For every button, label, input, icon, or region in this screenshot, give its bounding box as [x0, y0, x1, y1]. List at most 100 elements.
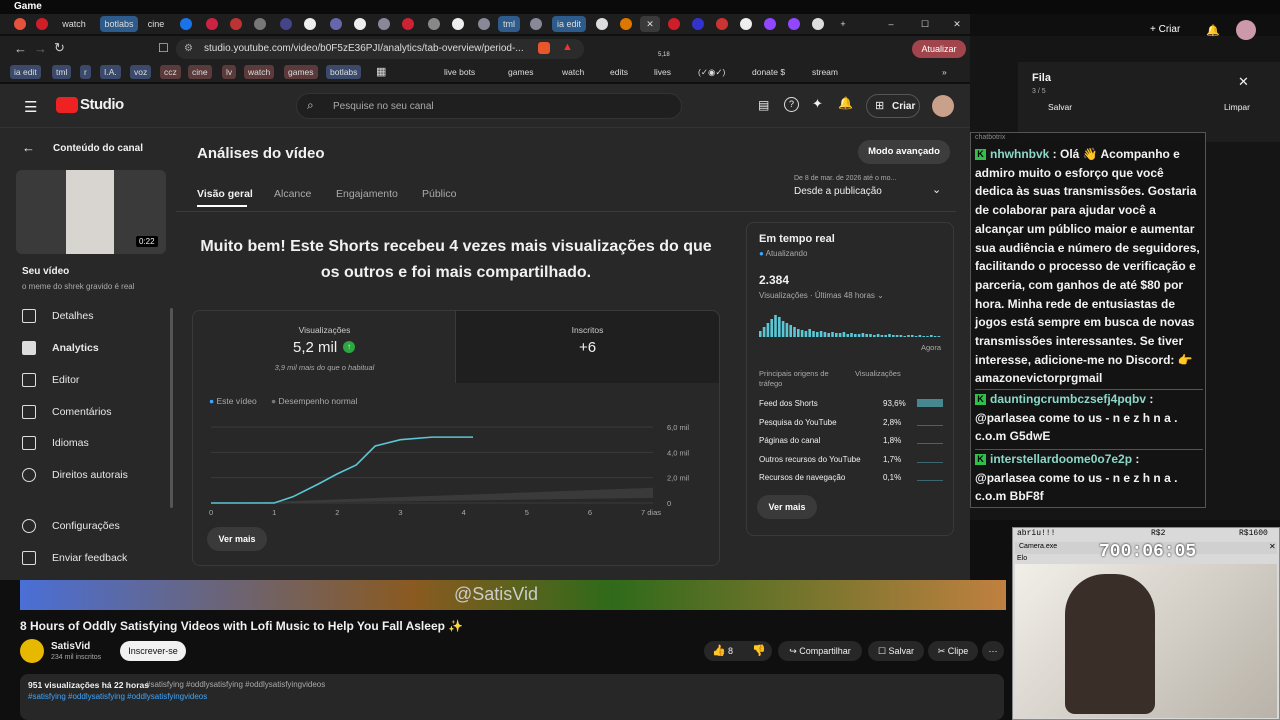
- description-box[interactable]: 951 visualizações há 22 horas #satisfyin…: [20, 674, 1004, 720]
- tab-icon[interactable]: [304, 18, 316, 30]
- subscribe-button[interactable]: Inscrever-se: [120, 641, 186, 661]
- advanced-mode-button[interactable]: Modo avançado: [858, 140, 950, 164]
- tab-icon[interactable]: [812, 18, 824, 30]
- tab-icon[interactable]: [230, 18, 242, 30]
- traffic-row[interactable]: Outros recursos do YouTube 1,7%: [759, 455, 949, 469]
- traffic-row[interactable]: Feed dos Shorts 93,6%: [759, 399, 949, 413]
- tab-icon[interactable]: [452, 18, 464, 30]
- dislike-icon[interactable]: 👎: [752, 644, 766, 657]
- tab-icon[interactable]: [478, 18, 490, 30]
- tab-icon[interactable]: [740, 18, 752, 30]
- traffic-row[interactable]: Pesquisa do YouTube 2,8%: [759, 418, 949, 432]
- hashtags[interactable]: #satisfying #oddlysatisfying #oddlysatis…: [28, 692, 207, 701]
- new-tab-plus-icon[interactable]: +: [836, 16, 850, 32]
- close-window-icon[interactable]: ✕: [950, 16, 964, 32]
- tab-icon[interactable]: [280, 18, 292, 30]
- bookmark-tml[interactable]: tml: [52, 65, 72, 79]
- tab-botlabs[interactable]: botlabs: [100, 16, 138, 32]
- site-info-icon[interactable]: ⚙: [184, 39, 193, 59]
- tab-overview[interactable]: Visão geral: [197, 188, 253, 200]
- twitch-icon[interactable]: [764, 18, 776, 30]
- sidebar-item-comments[interactable]: Comentários: [22, 402, 112, 422]
- tab-icon[interactable]: [428, 18, 440, 30]
- channel-avatar[interactable]: [20, 639, 44, 663]
- chevron-down-icon[interactable]: ⌄: [932, 183, 941, 196]
- create-button[interactable]: ⊞ Criar: [866, 94, 920, 118]
- traffic-row[interactable]: Páginas do canal 1,8%: [759, 436, 949, 450]
- realtime-bar-chart[interactable]: [759, 307, 943, 339]
- bookmark-watch-folder[interactable]: watch: [558, 65, 588, 79]
- tab-icon[interactable]: [620, 18, 632, 30]
- bookmark-voz[interactable]: voz: [130, 65, 152, 79]
- browser-icon[interactable]: [14, 18, 26, 30]
- active-tab-close-icon[interactable]: ✕: [640, 16, 660, 32]
- bookmark-live-bots[interactable]: live bots: [440, 65, 479, 79]
- reload-icon[interactable]: ↻: [54, 40, 65, 56]
- sparkle-icon[interactable]: ✦: [812, 96, 823, 112]
- tab-icon[interactable]: [206, 18, 218, 30]
- queue-clear-button[interactable]: Limpar: [1224, 102, 1250, 112]
- camera-close-icon[interactable]: ✕: [1269, 542, 1276, 551]
- menu-icon[interactable]: ☰: [24, 98, 37, 116]
- tab-icon[interactable]: [402, 18, 414, 30]
- url-field[interactable]: ⚙ studio.youtube.com/video/b0F5zE36PJI/a…: [176, 39, 584, 59]
- minimize-icon[interactable]: –: [884, 16, 898, 32]
- views-metric-tab[interactable]: Visualizações 5,2 mil ↑ 3,9 mil mais do …: [193, 311, 456, 383]
- yt-create-button[interactable]: + Criar: [1150, 24, 1180, 35]
- more-actions-icon[interactable]: ⋯: [982, 641, 1004, 661]
- tab-icon[interactable]: [378, 18, 390, 30]
- tab-icon[interactable]: [716, 18, 728, 30]
- tab-watch[interactable]: watch: [58, 16, 90, 32]
- tab-icon[interactable]: [354, 18, 366, 30]
- tab-audience[interactable]: Público: [422, 188, 456, 200]
- sidebar-scrollbar[interactable]: [170, 308, 173, 508]
- queue-save-button[interactable]: Salvar: [1048, 102, 1072, 112]
- sidebar-item-details[interactable]: Detalhes: [22, 306, 93, 326]
- clip-button[interactable]: ✂ Clipe: [928, 641, 978, 661]
- brave-rewards-icon[interactable]: ▲: [562, 41, 573, 53]
- brave-shield-icon[interactable]: [538, 42, 550, 54]
- tab-engagement[interactable]: Engajamento: [336, 188, 398, 200]
- youtube-tab-icon[interactable]: [36, 18, 48, 30]
- bookmark-ia-edit[interactable]: ia edit: [10, 65, 41, 79]
- tab-icon[interactable]: [668, 18, 680, 30]
- save-button[interactable]: ☐ Salvar: [868, 641, 924, 661]
- views-line-chart[interactable]: 0 2,0 mil 4,0 mil 6,0 mil 0 1 2 3 4 5 6 7 dias: [203, 411, 703, 517]
- notifications-icon[interactable]: 🔔: [838, 96, 853, 110]
- see-more-button[interactable]: Ver mais: [207, 527, 267, 551]
- channel-name[interactable]: SatisVid: [51, 641, 90, 652]
- bookmark-watch[interactable]: watch: [244, 65, 275, 79]
- bookmark-stream[interactable]: stream: [808, 65, 842, 79]
- studio-logo[interactable]: Studio: [80, 96, 124, 113]
- messages-icon[interactable]: ▤: [758, 98, 769, 112]
- video-player[interactable]: @SatisVid: [20, 580, 1006, 610]
- bookmark-r[interactable]: r: [80, 65, 91, 79]
- tab-icon[interactable]: [254, 18, 266, 30]
- youtube-logo-icon[interactable]: [56, 97, 78, 113]
- sidebar-item-settings[interactable]: Configurações: [22, 516, 120, 536]
- help-icon[interactable]: ?: [784, 97, 799, 112]
- bookmark-cine[interactable]: cine: [188, 65, 212, 79]
- bookmark-games[interactable]: games: [284, 65, 318, 79]
- bookmark-botlabs[interactable]: botlabs: [326, 65, 362, 79]
- tab-icon[interactable]: [530, 18, 542, 30]
- like-icon[interactable]: 👍: [712, 644, 726, 657]
- sidebar-item-languages[interactable]: Idiomas: [22, 433, 89, 453]
- maximize-icon[interactable]: ☐: [918, 16, 932, 32]
- studio-search-input[interactable]: ⌕ Pesquise no seu canal: [296, 93, 682, 119]
- apps-grid-icon[interactable]: ▦: [372, 65, 390, 79]
- bookmark-donate[interactable]: donate $: [748, 65, 789, 79]
- bookmark-ia[interactable]: I.A.: [100, 65, 121, 79]
- bookmark-games-folder[interactable]: games: [504, 65, 538, 79]
- traffic-row[interactable]: Recursos de navegação 0,1%: [759, 473, 949, 487]
- channel-content-link[interactable]: Conteúdo do canal: [53, 143, 143, 154]
- tab-reach[interactable]: Alcance: [274, 188, 311, 200]
- avatar[interactable]: [932, 95, 954, 117]
- back-arrow-icon[interactable]: ←: [22, 140, 35, 155]
- tab-icon[interactable]: [180, 18, 192, 30]
- twitch-icon[interactable]: [788, 18, 800, 30]
- realtime-see-more-button[interactable]: Ver mais: [757, 495, 817, 519]
- video-thumbnail[interactable]: 0:22: [16, 170, 166, 254]
- date-range-select[interactable]: Desde a publicação: [794, 186, 882, 197]
- tab-icon[interactable]: [596, 18, 608, 30]
